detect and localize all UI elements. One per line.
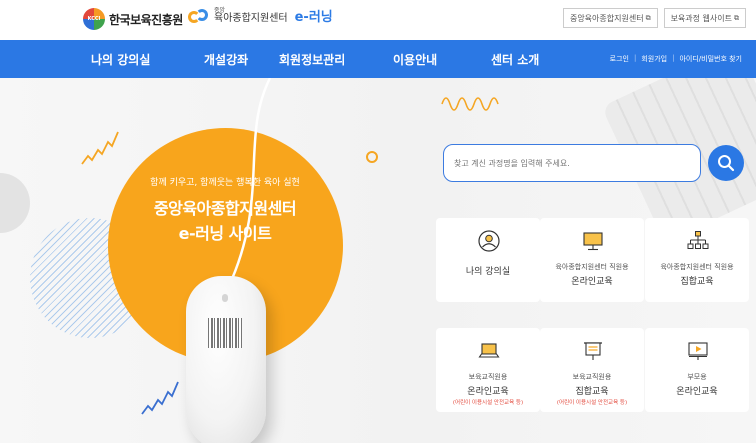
login-link[interactable]: 로그인 — [610, 54, 629, 64]
video-monitor-icon — [688, 342, 708, 360]
kcci-logo[interactable]: KCCI 한국보육진흥원 — [83, 8, 183, 30]
card-parent-online[interactable]: 부모용 온라인교육 — [645, 328, 749, 412]
kcci-logo-icon: KCCI — [83, 8, 105, 30]
card-my-classroom[interactable]: 나의 강의실 — [436, 218, 540, 302]
elearning-label: e-러닝 — [294, 10, 333, 25]
ext-link-curriculum-site[interactable]: 보육과정 웹사이트 ⧉ — [663, 8, 746, 28]
card-note: (어린이 이용시설 안전교육 등) — [556, 400, 628, 406]
nav-guide[interactable]: 이용안내 — [393, 51, 437, 68]
nav-utility-links: 로그인 | 회원가입 | 아이디/비밀번호 찾기 — [609, 54, 742, 64]
signup-link[interactable]: 회원가입 — [641, 54, 667, 64]
card-center-staff-group[interactable]: 육아종합지원센터 직원용 집합교육 — [645, 218, 749, 302]
card-label: 나의 강의실 — [465, 267, 511, 277]
card-label: 온라인교육 — [467, 387, 509, 397]
nav-courses[interactable]: 개설강좌 — [204, 51, 248, 68]
blue-zigzag-decoration — [141, 381, 179, 415]
card-label-small: 육아종합지원센터 직원용 — [555, 263, 629, 271]
card-label-small: 보육교직원용 — [572, 373, 612, 381]
card-label-small: 부모용 — [687, 373, 707, 381]
search-icon — [718, 155, 735, 172]
external-link-icon: ⧉ — [734, 13, 739, 22]
ext-link-label: 중앙육아종합지원센터 — [569, 13, 644, 23]
card-label: 온라인교육 — [676, 387, 718, 397]
presentation-board-icon — [584, 342, 602, 360]
org-chart-icon — [687, 231, 709, 249]
external-link-icon: ⧉ — [645, 13, 651, 22]
monitor-icon — [583, 232, 603, 251]
card-label-small: 보육교직원용 — [468, 373, 508, 381]
orange-ring-decoration — [366, 151, 378, 163]
mouse-image — [186, 276, 266, 443]
card-label: 온라인교육 — [571, 277, 613, 287]
main-nav: 나의 강의실 개설강좌 회원정보관리 이용안내 센터 소개 로그인 | 회원가입… — [0, 40, 756, 78]
kcci-name: 한국보육진흥원 — [109, 12, 183, 27]
search-button[interactable] — [708, 145, 744, 181]
kcci-mark-text: KCCI — [87, 16, 101, 22]
card-note: (어린이 이용시설 안전교육 등) — [452, 400, 524, 406]
ext-link-central-center[interactable]: 중앙육아종합지원센터 ⧉ — [562, 8, 658, 28]
barcode-label — [208, 318, 242, 348]
course-search-box — [443, 144, 701, 182]
nav-center-intro[interactable]: 센터 소개 — [491, 51, 539, 68]
find-account-link[interactable]: 아이디/비밀번호 찾기 — [679, 54, 742, 64]
center-name: 육아종합지원센터 — [214, 12, 288, 24]
center-logo-icon — [188, 7, 210, 25]
card-teacher-online[interactable]: 보육교직원용 온라인교육 (어린이 이용시설 안전교육 등) — [436, 328, 540, 412]
hero-section: 함께 키우고, 함께웃는 행복한 육아 실현 중앙육아종합지원센터 e-러닝 사… — [0, 78, 756, 443]
card-label: 집합교육 — [575, 387, 609, 397]
orange-zigzag-decoration — [81, 131, 119, 165]
laptop-icon — [478, 343, 500, 358]
card-center-staff-online[interactable]: 육아종합지원센터 직원용 온라인교육 — [540, 218, 644, 302]
orange-squiggle-decoration — [441, 97, 499, 111]
card-label: 집합교육 — [680, 277, 714, 287]
ext-link-label: 보육과정 웹사이트 — [670, 13, 732, 23]
external-links: 중앙육아종합지원센터 ⧉ 보육과정 웹사이트 ⧉ — [562, 8, 746, 28]
user-circle-icon — [478, 230, 500, 252]
nav-my-classroom[interactable]: 나의 강의실 — [91, 51, 150, 68]
nav-member-info[interactable]: 회원정보관리 — [279, 51, 345, 68]
mouse-cable — [226, 78, 272, 289]
course-search-input[interactable] — [454, 158, 700, 168]
card-label-small: 육아종합지원센터 직원용 — [660, 263, 734, 271]
top-header: KCCI 한국보육진흥원 중앙 육아종합지원센터 e-러닝 중앙육아종합지원센터… — [0, 0, 756, 40]
card-teacher-group[interactable]: 보육교직원용 집합교육 (어린이 이용시설 안전교육 등) — [540, 328, 644, 412]
center-logo[interactable]: 중앙 육아종합지원센터 e-러닝 — [188, 6, 333, 25]
